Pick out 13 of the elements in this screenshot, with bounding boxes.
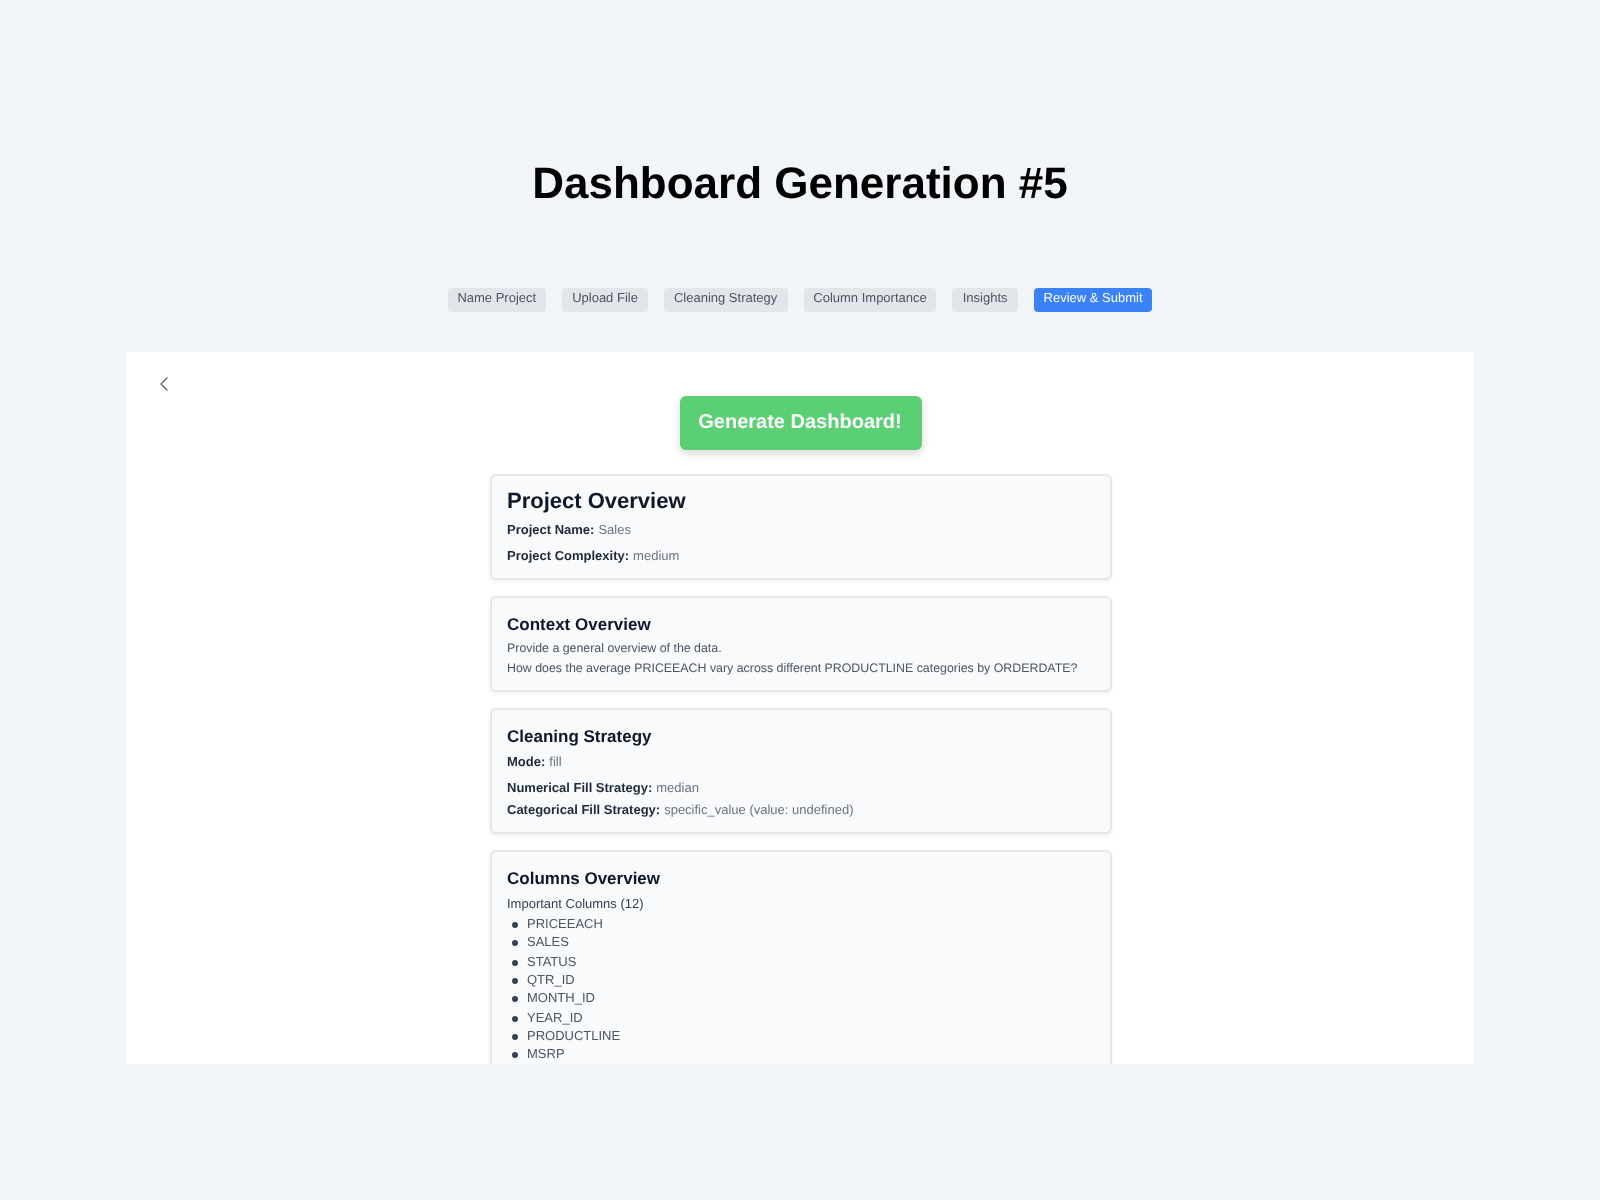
section-title: Columns Overview: [507, 866, 661, 890]
bullet-icon: [511, 978, 517, 985]
bullet-icon: [511, 940, 517, 947]
bullet-icon: [511, 959, 517, 966]
page-title: Dashboard Generation #5: [532, 156, 1068, 212]
section-title: Project Overview: [507, 488, 686, 516]
bullet-icon: [511, 1033, 517, 1040]
bullet-icon: [511, 996, 517, 1003]
bullet-icon: [511, 1052, 517, 1059]
bullet-icon: [511, 1015, 517, 1022]
section-title: Context Overview: [507, 612, 651, 636]
section-title: Cleaning Strategy: [507, 724, 652, 748]
bullet-icon: [511, 922, 517, 929]
